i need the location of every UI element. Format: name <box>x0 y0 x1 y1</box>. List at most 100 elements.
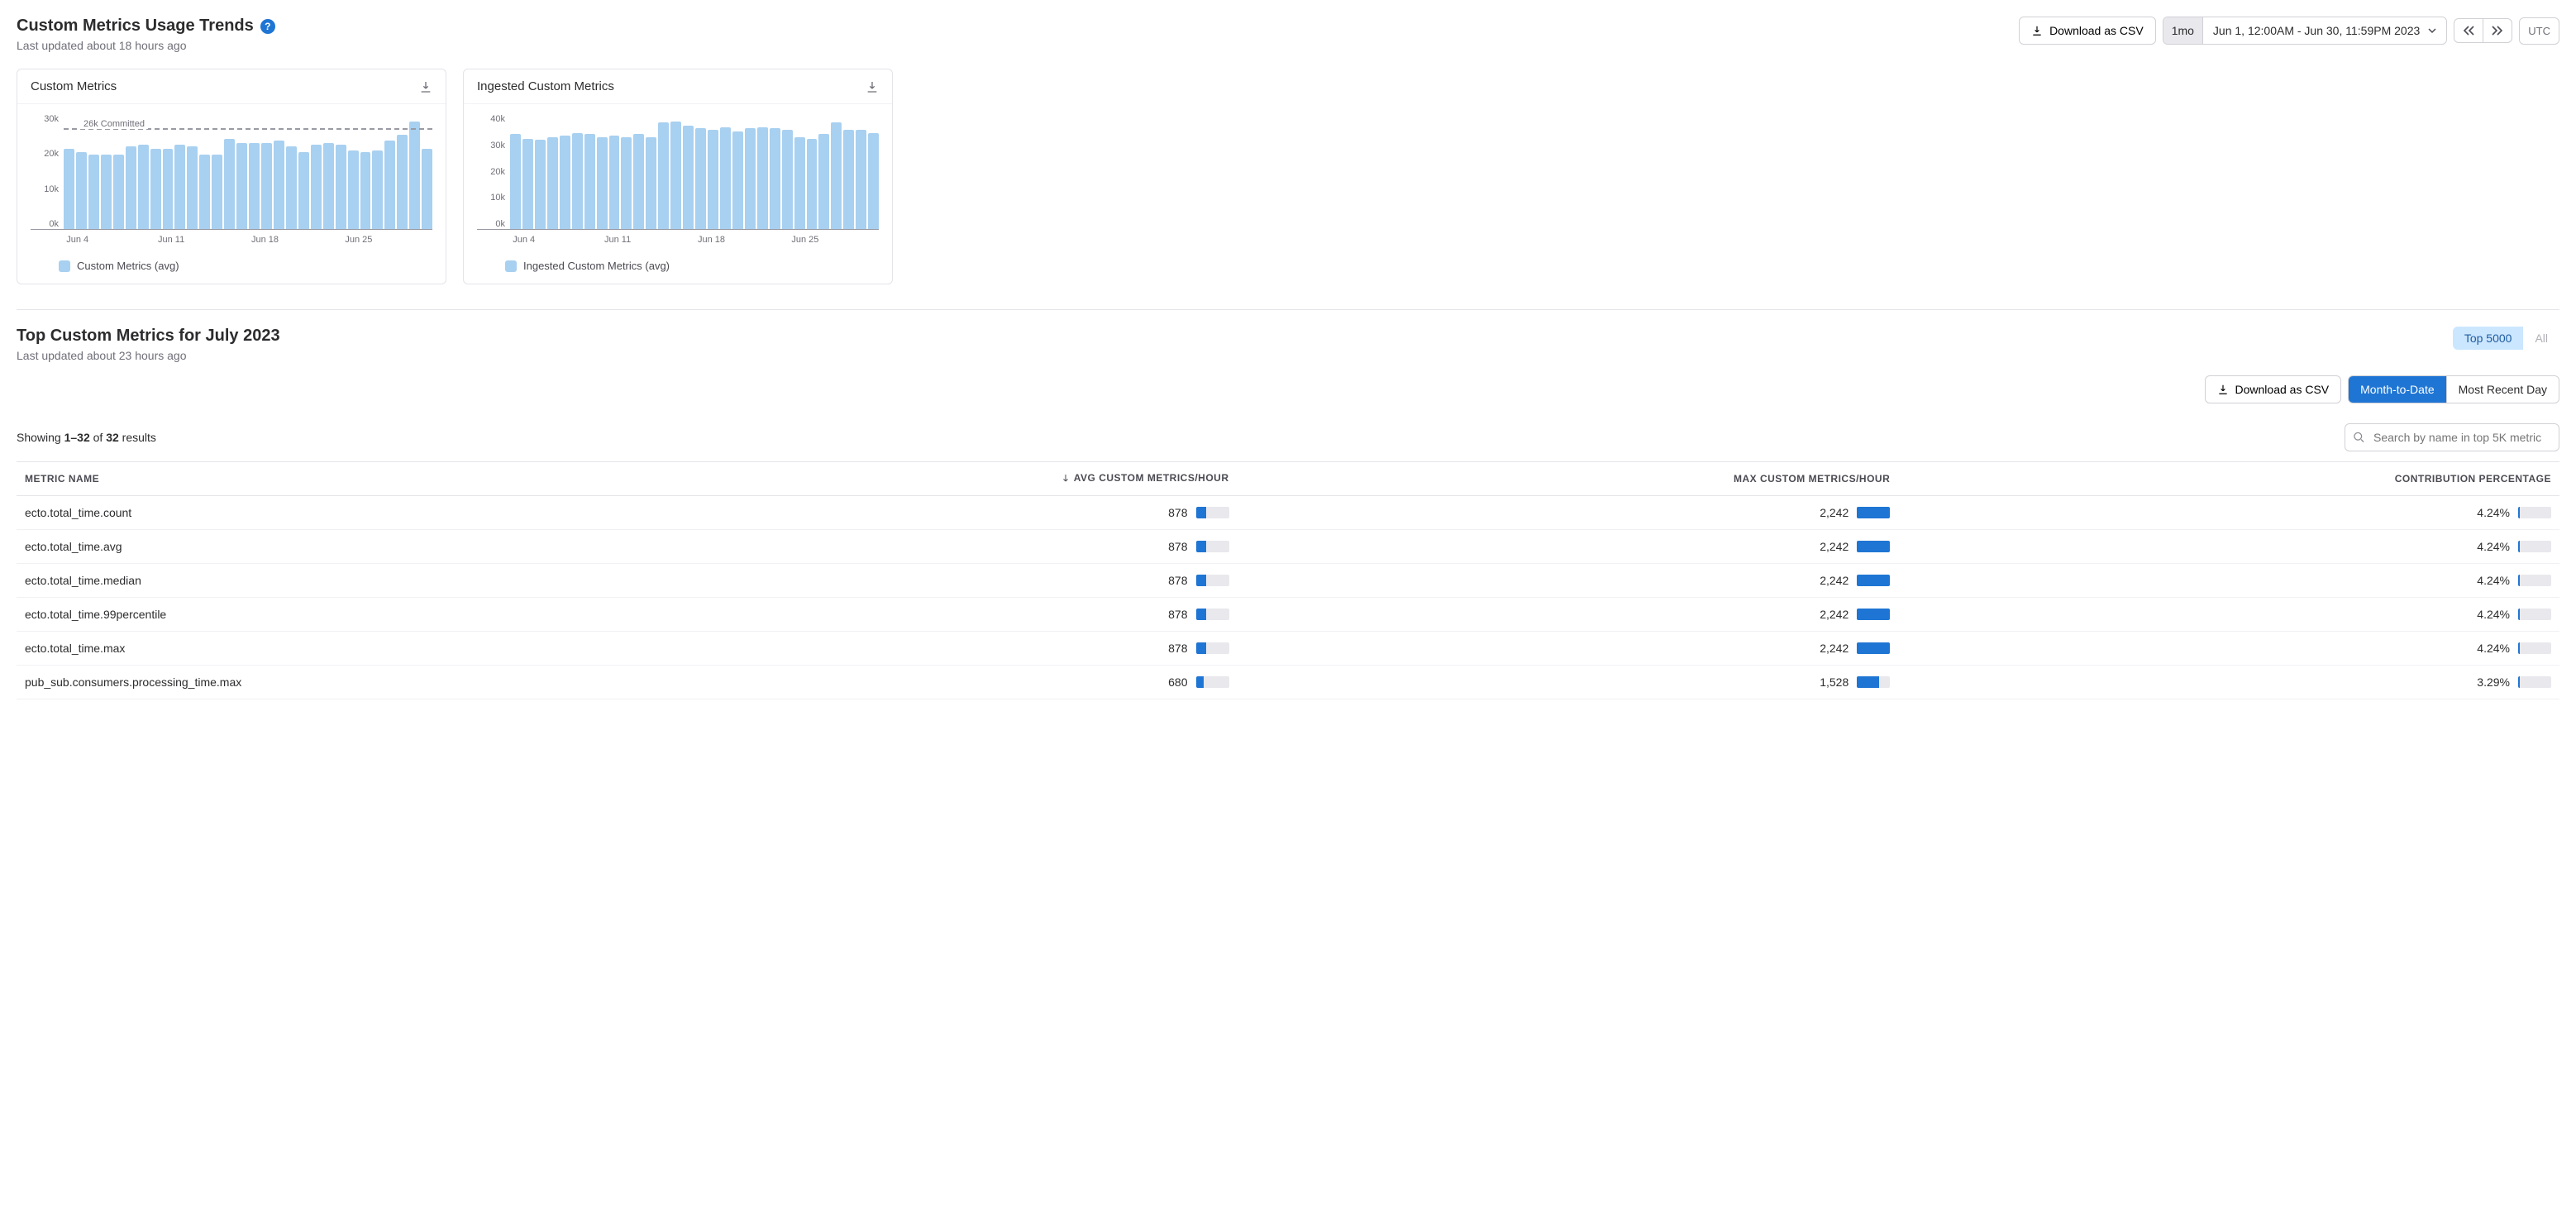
chart-bar[interactable] <box>535 140 546 229</box>
chart-bar[interactable] <box>831 122 842 229</box>
chart-bar[interactable] <box>584 134 595 229</box>
chart-bar[interactable] <box>298 152 309 229</box>
chart-bar[interactable] <box>397 135 408 229</box>
chart-bar[interactable] <box>150 149 161 229</box>
table-row[interactable]: ecto.total_time.99percentile8782,2424.24… <box>17 598 2559 632</box>
col-contrib[interactable]: CONTRIBUTION PERCENTAGE <box>1898 462 2559 496</box>
chart-bar[interactable] <box>683 126 694 229</box>
chart-bar[interactable] <box>372 150 383 229</box>
period-recent-button[interactable]: Most Recent Day <box>2447 376 2559 403</box>
mini-bar <box>1196 609 1229 620</box>
chart-bar[interactable] <box>547 137 558 229</box>
table-row[interactable]: pub_sub.consumers.processing_time.max680… <box>17 666 2559 699</box>
col-metric-name[interactable]: METRIC NAME <box>17 462 576 496</box>
table-row[interactable]: ecto.total_time.count8782,2424.24% <box>17 496 2559 530</box>
chart-bar[interactable] <box>770 128 780 229</box>
trends-toolbar: Download as CSV 1mo Jun 1, 12:00AM - Jun… <box>2019 17 2559 45</box>
max-cell: 2,242 <box>1238 530 1899 564</box>
chart-bar[interactable] <box>658 122 669 229</box>
chart-bar[interactable] <box>274 141 284 229</box>
chart-bar[interactable] <box>311 145 322 229</box>
chart-bar[interactable] <box>597 137 608 229</box>
metric-name-cell: ecto.total_time.max <box>17 632 576 666</box>
chart-bar[interactable] <box>199 155 210 229</box>
chart-bar[interactable] <box>633 134 644 229</box>
chart-bar[interactable] <box>64 149 74 229</box>
chart-bar[interactable] <box>101 155 112 229</box>
chart-bar[interactable] <box>843 130 854 229</box>
chart-bar[interactable] <box>560 136 570 229</box>
table-row[interactable]: ecto.total_time.avg8782,2424.24% <box>17 530 2559 564</box>
date-next-button[interactable] <box>2483 19 2512 42</box>
chart-yaxis: 40k30k20k10k0k <box>477 114 508 229</box>
timezone-chip[interactable]: UTC <box>2519 17 2559 45</box>
date-range-picker[interactable]: 1mo Jun 1, 12:00AM - Jun 30, 11:59PM 202… <box>2163 17 2448 45</box>
metric-name-cell: ecto.total_time.99percentile <box>17 598 576 632</box>
table-row[interactable]: ecto.total_time.median8782,2424.24% <box>17 564 2559 598</box>
period-mtd-button[interactable]: Month-to-Date <box>2349 376 2446 403</box>
top-download-csv-label: Download as CSV <box>2235 383 2330 396</box>
chart-bar[interactable] <box>794 137 805 229</box>
chart-bar[interactable] <box>818 134 829 229</box>
download-csv-button[interactable]: Download as CSV <box>2019 17 2156 45</box>
chart-bar[interactable] <box>249 143 260 229</box>
chart-bar[interactable] <box>695 128 706 229</box>
chart-bar[interactable] <box>384 141 395 229</box>
table-row[interactable]: ecto.total_time.max8782,2424.24% <box>17 632 2559 666</box>
chart-bar[interactable] <box>757 127 768 229</box>
chart-bar[interactable] <box>510 134 521 229</box>
chart-bar[interactable] <box>572 133 583 229</box>
chart-bar[interactable] <box>782 130 793 229</box>
chart-bar[interactable] <box>360 152 371 229</box>
chart-bar[interactable] <box>720 127 731 229</box>
top-download-csv-button[interactable]: Download as CSV <box>2205 375 2342 403</box>
top-metrics-title: Top Custom Metrics for July 2023 <box>17 327 280 346</box>
top-metrics-section: Top Custom Metrics for July 2023 Last up… <box>17 310 2559 699</box>
page-title: Custom Metrics Usage Trends ? <box>17 17 275 36</box>
chart-bar[interactable] <box>856 130 866 229</box>
chart-bar[interactable] <box>336 145 346 229</box>
scope-all-button[interactable]: All <box>2523 327 2559 350</box>
chart-bar[interactable] <box>212 155 222 229</box>
metrics-table: METRIC NAME AVG CUSTOM METRICS/HOUR MAX … <box>17 461 2559 699</box>
chart-bar[interactable] <box>286 146 297 229</box>
chart-bar[interactable] <box>646 137 656 229</box>
chart-bar[interactable] <box>261 143 272 229</box>
chart-bar[interactable] <box>224 139 235 229</box>
chart-bar[interactable] <box>88 155 99 229</box>
chart-bar[interactable] <box>522 139 533 229</box>
chart-plot[interactable]: 40k30k20k10k0k <box>477 114 879 230</box>
search-input[interactable] <box>2345 423 2559 451</box>
col-max[interactable]: MAX CUSTOM METRICS/HOUR <box>1238 462 1899 496</box>
chart-bar[interactable] <box>621 137 632 229</box>
chart-bar[interactable] <box>409 122 420 229</box>
chart-bar[interactable] <box>163 149 174 229</box>
chart-bar[interactable] <box>187 146 198 229</box>
contrib-cell: 4.24% <box>1898 496 2559 530</box>
chart-plot[interactable]: 30k20k10k0k26k Committed <box>31 114 432 230</box>
col-avg[interactable]: AVG CUSTOM METRICS/HOUR <box>576 462 1238 496</box>
chart-bar[interactable] <box>138 145 149 229</box>
scope-top5000-button[interactable]: Top 5000 <box>2453 327 2524 350</box>
chart-bar[interactable] <box>422 149 432 229</box>
chart-bar[interactable] <box>807 139 818 229</box>
chart-bar[interactable] <box>708 130 718 229</box>
avg-value: 878 <box>1168 506 1187 519</box>
chevron-down-icon <box>2428 26 2436 35</box>
chart-bar[interactable] <box>745 128 756 229</box>
help-icon[interactable]: ? <box>260 19 275 34</box>
date-prev-button[interactable] <box>2454 19 2483 42</box>
chart-bar[interactable] <box>113 155 124 229</box>
chart-bar[interactable] <box>174 145 185 229</box>
chart-bar[interactable] <box>126 146 136 229</box>
chart-download-button[interactable] <box>866 80 879 93</box>
chart-download-button[interactable] <box>419 80 432 93</box>
chart-bar[interactable] <box>670 122 681 229</box>
chart-bar[interactable] <box>348 150 359 229</box>
chart-bar[interactable] <box>323 143 334 229</box>
chart-bar[interactable] <box>236 143 247 229</box>
chart-bar[interactable] <box>732 131 743 229</box>
chart-bar[interactable] <box>76 152 87 229</box>
chart-bar[interactable] <box>868 133 879 229</box>
chart-bar[interactable] <box>609 136 620 229</box>
